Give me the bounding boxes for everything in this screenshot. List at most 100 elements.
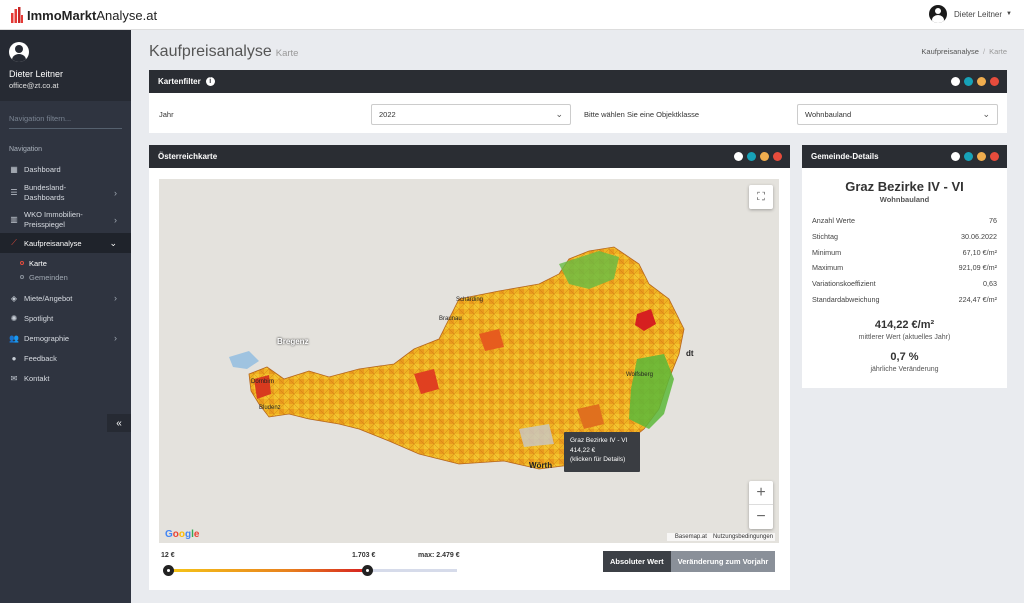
expand-icon[interactable] xyxy=(951,152,960,161)
refresh-icon[interactable] xyxy=(747,152,756,161)
breadcrumb-link[interactable]: Kaufpreisanalyse xyxy=(921,47,979,56)
map-tooltip[interactable]: Graz Bezirke IV - VI 414,22 € (klicken f… xyxy=(564,432,640,472)
map-panel-header: Österreichkarte xyxy=(149,145,790,168)
refresh-icon[interactable] xyxy=(964,77,973,86)
legend-max-handle[interactable] xyxy=(361,565,373,576)
sidebar-item-kaufpreisanalyse[interactable]: ⟋ Kaufpreisanalyse ⌄ xyxy=(0,233,131,253)
expand-icon[interactable] xyxy=(951,77,960,86)
details-panel-title: Gemeinde-Details xyxy=(811,152,879,161)
year-select[interactable]: 2022 ⌄ xyxy=(371,104,571,125)
sidebar-subitem-gemeinden[interactable]: Gemeinden xyxy=(0,270,131,284)
nav-filter-input[interactable]: Navigation filtern... xyxy=(9,114,122,129)
layers-icon: ◈ xyxy=(10,293,18,303)
detail-value: 0,63 xyxy=(983,279,997,289)
zoom-out-button[interactable]: − xyxy=(749,505,773,529)
chevron-right-icon: › xyxy=(114,214,117,225)
chevron-right-icon: › xyxy=(114,293,117,303)
sidebar-user-email: office@zt.co.at xyxy=(9,81,59,90)
minimize-icon[interactable] xyxy=(760,152,769,161)
expand-icon[interactable] xyxy=(734,152,743,161)
avatar-icon xyxy=(929,5,948,23)
fullscreen-button[interactable]: ⛶ xyxy=(749,185,773,209)
refresh-icon[interactable] xyxy=(964,152,973,161)
users-icon: 👥 xyxy=(9,333,19,343)
legend-current: 1.703 € xyxy=(352,552,376,559)
bullet-icon xyxy=(20,275,24,279)
year-select-value: 2022 xyxy=(379,110,396,119)
sidebar-item-spotlight[interactable]: ✺ Spotlight xyxy=(0,308,131,328)
top-user-name: Dieter Leitner xyxy=(954,9,1003,19)
sidebar-item-dashboard[interactable]: ▦ Dashboard xyxy=(0,159,131,179)
fullscreen-icon: ⛶ xyxy=(757,190,765,203)
bullet-icon xyxy=(20,261,24,265)
yoy-change-button[interactable]: Veränderung zum Vorjahr xyxy=(670,551,776,572)
brand-light: Analyse.at xyxy=(96,7,158,23)
chevron-right-icon: › xyxy=(114,187,117,198)
sidebar-item-label: Spotlight xyxy=(24,313,54,323)
sidebar-subitem-label: Gemeinden xyxy=(29,272,68,282)
details-panel-header: Gemeinde-Details xyxy=(802,145,1007,168)
google-logo: Google xyxy=(165,529,200,540)
map-label-wolfsberg: Wolfsberg xyxy=(626,372,653,378)
zoom-in-button[interactable]: + xyxy=(749,481,773,505)
line-chart-icon: ⟋ xyxy=(11,238,17,247)
details-panel: Gemeinde-Details Graz Bezirke IV - VI Wo… xyxy=(802,145,1007,388)
sidebar: Dieter Leitner office@zt.co.at Navigatio… xyxy=(0,30,131,603)
sidebar-item-bundesland[interactable]: ☰ Bundesland-Dashboards › xyxy=(0,179,131,206)
object-class-select[interactable]: Wohnbauland ⌄ xyxy=(797,104,998,125)
absolute-value-button[interactable]: Absoluter Wert xyxy=(603,551,671,572)
change-value: 0,7 % xyxy=(890,351,919,364)
sidebar-item-kontakt[interactable]: ✉ Kontakt xyxy=(0,368,131,388)
collapse-sidebar-button[interactable]: « xyxy=(107,414,131,432)
austria-choropleth[interactable] xyxy=(159,179,779,543)
tooltip-value: 414,22 € xyxy=(570,446,596,454)
sidebar-subitem-karte[interactable]: Karte xyxy=(0,256,131,270)
close-icon[interactable] xyxy=(773,152,782,161)
user-menu[interactable]: Dieter Leitner ▼ xyxy=(929,5,1012,23)
detail-row: Stichtag 30.06.2022 xyxy=(802,229,1007,245)
map-panel-title: Österreichkarte xyxy=(158,152,218,161)
close-icon[interactable] xyxy=(990,77,999,86)
dashboard-icon: ▦ xyxy=(10,164,18,174)
year-label: Jahr xyxy=(159,110,174,119)
sidebar-item-label: Dashboard xyxy=(24,164,61,174)
detail-row: Anzahl Werte 76 xyxy=(802,213,1007,229)
minimize-icon[interactable] xyxy=(977,152,986,161)
attribution-terms[interactable]: Nutzungsbedingungen xyxy=(713,534,773,540)
breadcrumb: Kaufpreisanalyse / Karte xyxy=(921,47,1007,56)
sidebar-item-demographie[interactable]: 👥 Demographie › xyxy=(0,328,131,348)
sidebar-item-feedback[interactable]: ● Feedback xyxy=(0,348,131,368)
brand-bold: ImmoMarkt xyxy=(27,7,97,23)
close-icon[interactable] xyxy=(990,152,999,161)
sidebar-subitem-label: Karte xyxy=(29,258,47,268)
sidebar-item-label: Kaufpreisanalyse xyxy=(24,238,82,248)
detail-label: Minimum xyxy=(812,247,842,257)
chat-icon: ● xyxy=(11,353,17,363)
map-label-braunau: Braunau xyxy=(439,316,462,322)
info-icon[interactable]: i xyxy=(205,77,215,86)
sidebar-item-label: Kontakt xyxy=(24,373,50,383)
sidebar-item-label: Miete/Angebot xyxy=(24,293,73,303)
legend-min-handle[interactable] xyxy=(163,565,174,576)
list-icon: ☰ xyxy=(10,188,18,197)
minimize-icon[interactable] xyxy=(977,77,986,86)
region-green-east[interactable] xyxy=(629,354,674,429)
brand-logo[interactable]: ImmoMarktAnalyse.at xyxy=(11,7,157,23)
map-panel: Österreichkarte Bregenz Dornbirn Bludenz… xyxy=(149,145,790,590)
sidebar-item-wko[interactable]: ▥ WKO Immobilien-Preisspiegel › xyxy=(0,206,131,233)
legend-min: 12 € xyxy=(161,552,175,559)
detail-label: Anzahl Werte xyxy=(812,216,856,226)
map-label-woerth: Wörth xyxy=(529,461,553,470)
chevron-down-icon: ⌄ xyxy=(555,109,563,119)
map-label-dt: dt xyxy=(686,349,694,358)
logo-icon xyxy=(11,7,23,23)
nav-section-label: Navigation xyxy=(9,146,43,153)
attribution-basemap[interactable]: Basemap.at xyxy=(675,534,707,540)
detail-label: Stichtag xyxy=(812,232,838,242)
map-label-schaerding: Schärding xyxy=(456,297,484,303)
page-subtitle: Karte xyxy=(275,48,299,59)
austria-map[interactable]: Bregenz Dornbirn Bludenz Schärding Braun… xyxy=(159,179,779,543)
sidebar-item-miete[interactable]: ◈ Miete/Angebot › xyxy=(0,288,131,308)
detail-value: 76 xyxy=(989,216,997,226)
top-bar: ImmoMarktAnalyse.at Dieter Leitner ▼ xyxy=(0,0,1024,30)
